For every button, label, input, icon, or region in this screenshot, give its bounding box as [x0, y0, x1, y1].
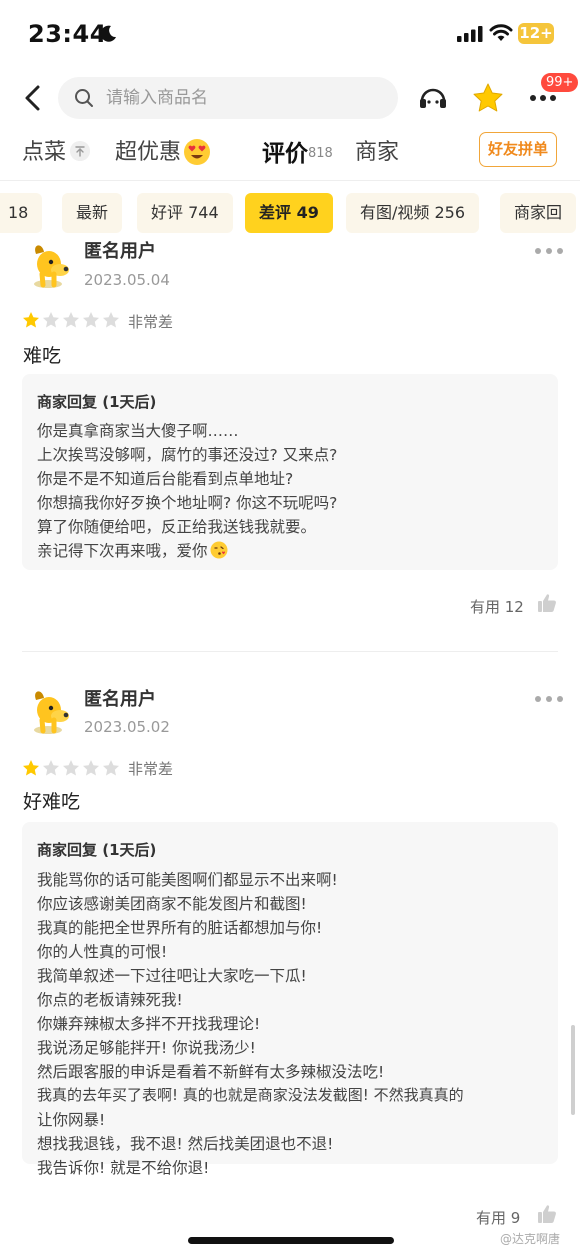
wifi-icon: [489, 24, 513, 41]
reply-line: 上次挨骂没够啊，腐竹的事还没过? 又来点?: [37, 446, 338, 464]
user-name: 匿名用户: [84, 689, 156, 710]
reply-line: 你点的老板请辣死我!: [37, 991, 183, 1009]
battery-indicator: 12+: [518, 23, 554, 44]
rating-stars: [23, 760, 119, 776]
reply-line: 我真的去年买了表啊! 真的也就是商家没法发截图! 不然我真真的: [37, 1086, 464, 1104]
reply-line: 你是不是不知道后台能看到点单地址?: [37, 470, 294, 488]
battery-level: 12+: [519, 24, 553, 42]
user-name: 匿名用户: [84, 241, 156, 262]
reviews-count: 818: [308, 146, 333, 161]
status-time: 23:44: [28, 20, 107, 48]
filter-chip-all[interactable]: 18: [0, 193, 43, 233]
review-text: 好难吃: [23, 791, 81, 813]
review-item: 匿名用户 2023.05.04 非常差 难吃 商家回复 (1天后) 你是真拿商家…: [0, 233, 580, 653]
review-divider: [22, 651, 558, 652]
reply-line: 然后跟客服的申诉是看着不新鲜有太多辣椒没法吃!: [37, 1063, 385, 1081]
rating-label: 非常差: [128, 760, 174, 778]
review-more-icon[interactable]: [534, 695, 564, 703]
merchant-reply: 商家回复 (1天后) 你是真拿商家当大傻子啊…… 上次挨骂没够啊，腐竹的事还没过…: [22, 374, 558, 570]
filter-chip-merchant-reply[interactable]: 商家回: [500, 193, 577, 233]
thumbs-up-icon[interactable]: [537, 593, 557, 613]
search-icon: [75, 89, 93, 107]
search-input[interactable]: 请输入商品名: [58, 77, 398, 119]
search-placeholder: 请输入商品名: [106, 88, 208, 108]
avatar: [34, 245, 69, 288]
reply-line: 想找我退钱，我不退! 然后找美团退也不退!: [37, 1135, 334, 1153]
reply-line: 我真的能把全世界所有的脏话都想加与你!: [37, 919, 323, 937]
tab-deals[interactable]: 超优惠: [115, 134, 181, 166]
pin-top-icon: [70, 141, 90, 161]
merchant-reply: 商家回复 (1天后) 我能骂你的话可能美图啊们都显示不出来啊! 你应该感谢美团商…: [22, 822, 558, 1177]
avatar: [34, 691, 69, 734]
reply-line: 你想搞我你好歹换个地址啊? 你这不玩呢吗?: [37, 494, 338, 512]
moon-icon: [100, 25, 116, 42]
reply-line: 你是真拿商家当大傻子啊……: [37, 422, 239, 440]
review-date: 2023.05.04: [84, 271, 170, 289]
filter-chip-negative[interactable]: 差评 49: [245, 193, 333, 233]
customer-service-icon[interactable]: [418, 84, 448, 112]
reply-line: 算了你随便给吧，反正给我送钱我就要。: [37, 518, 317, 536]
review-more-icon[interactable]: [534, 247, 564, 255]
reply-line: 我简单叙述一下过往吧让大家吃一下瓜!: [37, 967, 307, 985]
favorite-star-icon[interactable]: [472, 82, 504, 114]
tab-divider: [0, 180, 580, 181]
tab-reviews[interactable]: 评价: [262, 134, 308, 168]
review-item: 匿名用户 2023.05.02 非常差 好难吃 商家回复 (1天后) 我能骂你的…: [0, 680, 580, 1255]
review-date: 2023.05.02: [84, 718, 170, 736]
tab-merchant[interactable]: 商家: [355, 134, 399, 166]
scrollbar-thumb[interactable]: [571, 1025, 575, 1115]
filter-chip-positive[interactable]: 好评 744: [137, 193, 233, 233]
reply-line-text: 亲记得下次再来哦，爱你: [37, 542, 208, 560]
reply-line: 我能骂你的话可能美图啊们都显示不出来啊!: [37, 871, 338, 889]
useful-count: 有用 12: [470, 598, 524, 616]
reply-line: 让你网暴!: [37, 1111, 106, 1129]
useful-count: 有用 9: [476, 1209, 521, 1227]
reply-title: 商家回复 (1天后): [37, 393, 157, 411]
reply-line-last: 亲记得下次再来哦，爱你: [37, 539, 228, 561]
reply-line: 我说汤足够能拌开! 你说我汤少!: [37, 1039, 256, 1057]
reply-line: 我告诉你! 就是不给你退!: [37, 1159, 210, 1177]
back-arrow-icon[interactable]: [20, 84, 46, 112]
rating-stars: [23, 312, 119, 328]
home-indicator[interactable]: [188, 1237, 394, 1244]
cellular-signal-icon: [457, 26, 483, 42]
status-bar: 23:44 12+: [0, 0, 580, 70]
reply-line: 你应该感谢美团商家不能发图片和截图!: [37, 895, 307, 913]
thumbs-up-icon[interactable]: [537, 1204, 557, 1224]
kissing-heart-emoji-icon: [210, 541, 228, 559]
reply-title: 商家回复 (1天后): [37, 841, 157, 859]
reply-line: 你嫌弃辣椒太多拌不开找我理论!: [37, 1015, 261, 1033]
rating-label: 非常差: [128, 313, 174, 331]
watermark: @达克啊唐: [500, 1232, 561, 1246]
tab-order[interactable]: 点菜: [22, 134, 66, 166]
heart-eyes-emoji-icon: [184, 139, 210, 165]
group-order-button[interactable]: 好友拼单: [479, 132, 557, 167]
more-menu-icon[interactable]: [529, 93, 557, 103]
reply-line: 你的人性真的可恨!: [37, 943, 168, 961]
review-filter-chips: 18 最新 好评 744 差评 49 有图/视频 256 商家回: [0, 193, 580, 233]
filter-chip-latest[interactable]: 最新: [62, 193, 123, 233]
filter-chip-media[interactable]: 有图/视频 256: [346, 193, 480, 233]
review-text: 难吃: [23, 345, 62, 367]
message-badge: 99+: [541, 73, 579, 92]
